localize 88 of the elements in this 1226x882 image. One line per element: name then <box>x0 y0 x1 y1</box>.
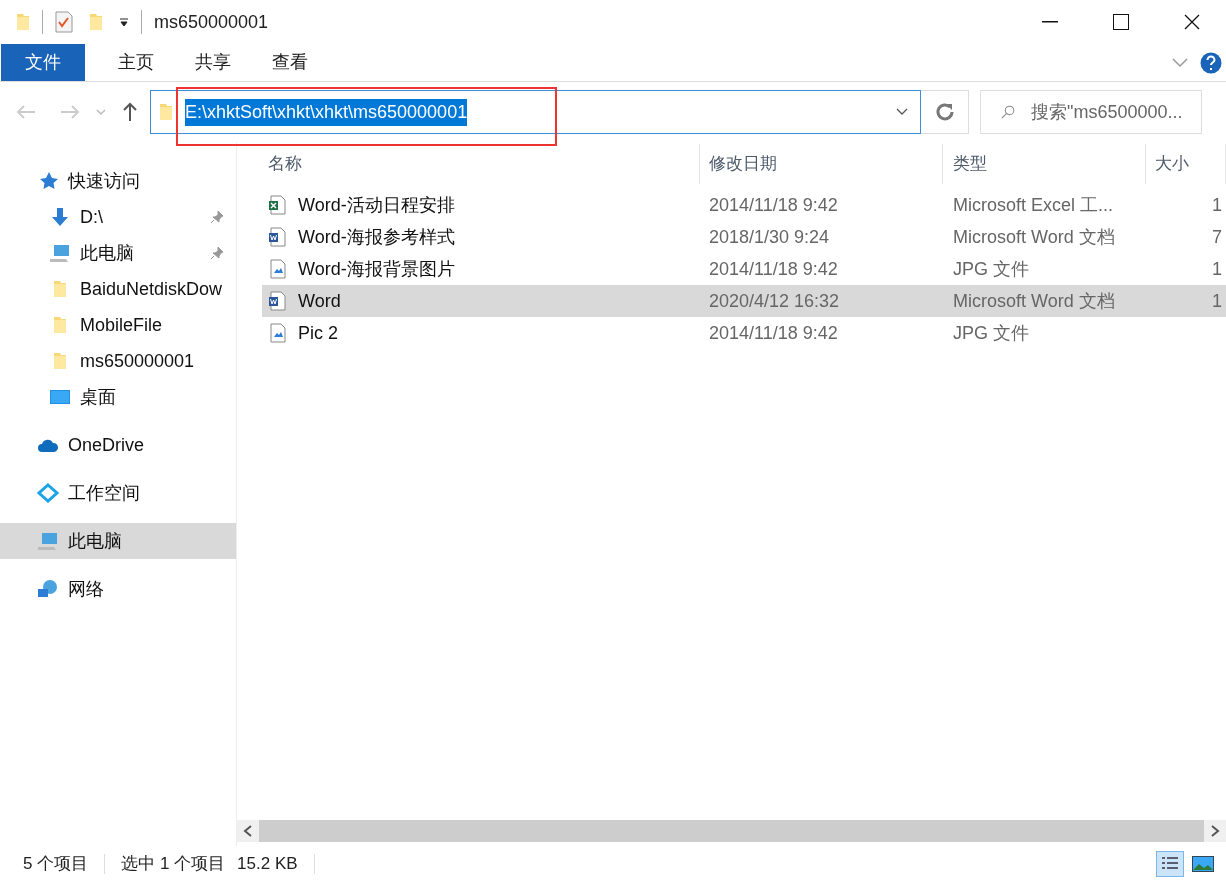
document-icon <box>268 291 288 311</box>
size-cell-text: 1 <box>1212 193 1222 217</box>
sidebar-item[interactable]: BaiduNetdiskDow <box>0 271 236 307</box>
computer-icon <box>37 531 59 551</box>
file-row[interactable]: Word 2020/4/12 16:32 Microsoft Word 文档 1 <box>262 285 1226 317</box>
search-field[interactable]: 搜索"ms6500000... <box>980 90 1202 134</box>
sidebar-item[interactable]: OneDrive <box>0 427 236 463</box>
sidebar-item[interactable]: 桌面 <box>0 379 236 415</box>
size-cell-text: 7 <box>1212 225 1222 249</box>
window-title: ms650000001 <box>154 10 269 34</box>
type-cell-text: Microsoft Word 文档 <box>952 289 1116 313</box>
item-count: 5 个项目 <box>23 853 89 876</box>
details-view-button[interactable] <box>1156 851 1184 877</box>
size-cell-text: 1 <box>1212 257 1222 281</box>
size-cell-text: 1 <box>1212 289 1222 313</box>
sidebar-item[interactable]: MobileFile <box>0 307 236 343</box>
type-cell-text: Microsoft Word 文档 <box>952 225 1116 249</box>
chevron-down-icon[interactable] <box>1172 57 1188 68</box>
folder-icon <box>53 280 67 298</box>
image-file-icon <box>268 259 288 279</box>
pin-icon[interactable] <box>210 210 224 224</box>
file-name: Word-海报参考样式 <box>298 225 455 249</box>
scroll-right-icon[interactable] <box>1210 825 1220 837</box>
date-cell-text: 2014/11/18 9:42 <box>708 321 839 345</box>
diamond-icon <box>37 483 59 503</box>
date-cell-text: 2014/11/18 9:42 <box>708 257 839 281</box>
selection-size: 15.2 KB <box>237 853 298 876</box>
close-icon[interactable] <box>1184 14 1200 30</box>
file-name: Word-海报背景图片 <box>298 257 455 281</box>
sidebar-item[interactable]: D:\ <box>0 199 236 235</box>
dropdown-icon[interactable] <box>119 17 129 27</box>
scroll-left-icon[interactable] <box>243 825 253 837</box>
folder-icon <box>53 316 67 334</box>
date-cell-text: 2020/4/12 16:32 <box>708 289 841 313</box>
thumbnail-view-icon[interactable] <box>1192 856 1214 872</box>
document-icon <box>268 227 288 247</box>
sidebar-item[interactable]: 此电脑 <box>0 235 236 271</box>
sidebar-item[interactable]: 网络 <box>0 571 236 607</box>
network-icon <box>37 579 59 599</box>
sidebar-item[interactable]: 工作空间 <box>0 475 236 511</box>
date-cell-text: 2014/11/18 9:42 <box>708 193 839 217</box>
file-row[interactable]: Word-活动日程安排 2014/11/18 9:42 Microsoft Excel 工... 1 <box>262 189 1226 221</box>
folder-icon <box>16 13 30 31</box>
sidebar-item[interactable]: 快速访问 <box>0 163 236 199</box>
help-icon[interactable] <box>1200 51 1222 74</box>
ribbon-tab[interactable]: 主页 <box>97 44 174 81</box>
pin-icon[interactable] <box>210 246 224 260</box>
ribbon-tab[interactable]: 文件 <box>1 44 85 81</box>
computer-icon <box>49 243 71 263</box>
folder-icon <box>53 352 67 370</box>
desktop-icon <box>49 387 71 407</box>
file-row[interactable]: Word-海报背景图片 2014/11/18 9:42 JPG 文件 1 <box>262 253 1226 285</box>
address-field[interactable]: E:\xhktSoft\xhkt\xhkt\ms650000001 <box>150 90 921 134</box>
date-cell-text: 2018/1/30 9:24 <box>708 225 831 249</box>
search-input[interactable]: 搜索"ms6500000... <box>1031 98 1201 126</box>
selection-count: 选中 1 个项目 <box>121 853 226 876</box>
up-arrow-icon[interactable] <box>122 102 138 122</box>
sidebar-item[interactable]: 此电脑 <box>0 523 236 559</box>
file-name: Pic 2 <box>298 321 339 345</box>
column-header[interactable]: 修改日期 <box>700 144 943 184</box>
file-name: Word <box>298 289 341 313</box>
down-arrow-icon <box>49 207 71 227</box>
file-row[interactable]: Word-海报参考样式 2018/1/30 9:24 Microsoft Word 文档 7 <box>262 221 1226 253</box>
column-header[interactable]: 名称 <box>262 144 700 184</box>
column-header[interactable]: 类型 <box>943 144 1146 184</box>
sidebar-item[interactable]: ms650000001 <box>0 343 236 379</box>
ribbon-tab[interactable]: 查看 <box>251 44 328 81</box>
refresh-button[interactable] <box>921 90 969 134</box>
new-folder-icon <box>89 13 103 31</box>
refresh-icon <box>935 103 954 121</box>
type-cell-text: JPG 文件 <box>952 321 1030 345</box>
dropdown-icon[interactable] <box>896 108 908 116</box>
image-file-icon <box>268 323 288 343</box>
type-cell-text: JPG 文件 <box>952 257 1030 281</box>
column-header[interactable]: 大小 <box>1146 144 1226 184</box>
ribbon-tab[interactable]: 共享 <box>174 44 251 81</box>
file-row[interactable]: Pic 2 2014/11/18 9:42 JPG 文件 <box>262 317 1226 349</box>
details-view-icon <box>1161 856 1179 872</box>
search-icon <box>1001 103 1015 121</box>
spreadsheet-icon <box>268 195 288 215</box>
type-cell-text: Microsoft Excel 工... <box>952 193 1115 217</box>
folder-icon <box>159 103 173 121</box>
minimize-icon[interactable] <box>1042 21 1058 23</box>
horizontal-scrollbar[interactable] <box>237 820 1226 842</box>
maximize-icon[interactable] <box>1113 14 1129 30</box>
properties-icon[interactable] <box>55 11 73 33</box>
address-text: E:\xhktSoft\xhkt\xhkt\ms650000001 <box>185 98 468 126</box>
file-name: Word-活动日程安排 <box>298 193 455 217</box>
